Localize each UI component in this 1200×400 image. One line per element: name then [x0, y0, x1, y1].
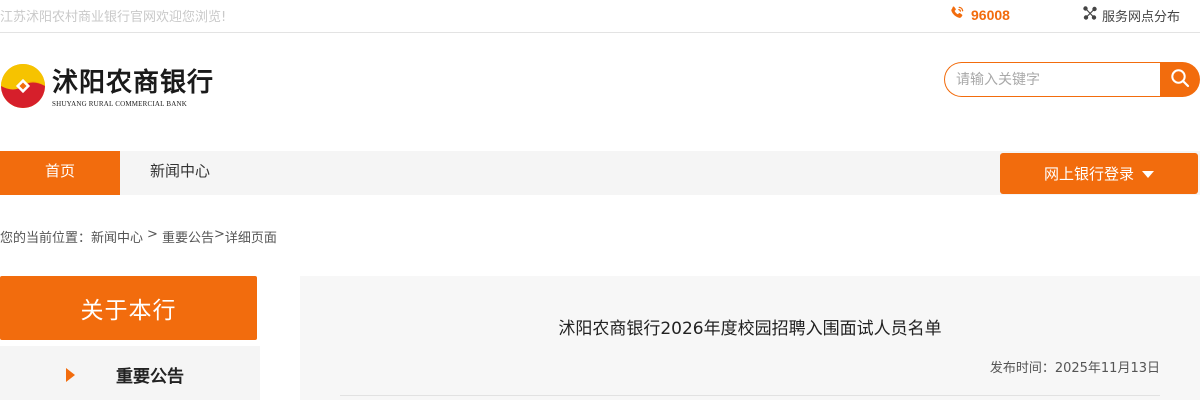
main-nav: 首页 新闻中心 网上银行登录 — [0, 151, 1200, 195]
breadcrumb: 您的当前位置： 新闻中心 > 重要公告 > 详细页面 — [0, 227, 277, 246]
welcome-text: 江苏沭阳农村商业银行官网欢迎您浏览! — [0, 10, 227, 25]
network-nodes-icon — [1082, 5, 1098, 25]
logo-wordmark: 沭阳农商银行 SHUYANG RURAL COMMERCIAL BANK — [52, 68, 214, 108]
article-title: 沭阳农商银行2026年度校园招聘入围面试人员名单 — [558, 319, 942, 339]
nav-item-news-center[interactable]: 新闻中心 — [120, 151, 240, 195]
search-icon — [1170, 68, 1190, 92]
branch-locator-label: 服务网点分布 — [1102, 9, 1181, 25]
logo-emblem-icon — [0, 63, 46, 113]
publish-date-value: 2025年11月13日 — [1054, 361, 1160, 376]
sidebar-item-important-notices[interactable]: 重要公告 — [0, 346, 260, 400]
search-input[interactable] — [944, 62, 1164, 97]
article-panel: 沭阳农商银行2026年度校园招聘入围面试人员名单 发布时间：2025年11月13… — [300, 276, 1200, 400]
publish-date-label: 发布时间： — [989, 361, 1055, 376]
breadcrumb-separator: > — [147, 227, 158, 242]
publish-date: 发布时间：2025年11月13日 — [990, 357, 1160, 376]
search-button[interactable] — [1160, 62, 1200, 97]
sidebar-heading: 关于本行 — [0, 276, 257, 340]
chevron-down-icon — [1142, 171, 1154, 178]
sidebar-item-label: 重要公告 — [116, 367, 184, 387]
hotline-number: 96008 — [971, 7, 1010, 23]
divider — [340, 395, 1160, 396]
play-arrow-icon — [66, 368, 75, 382]
online-banking-login-label: 网上银行登录 — [1043, 165, 1134, 183]
breadcrumb-current-page: 详细页面 — [224, 231, 277, 246]
breadcrumb-prefix: 您的当前位置： — [0, 231, 92, 246]
logo-english-name: SHUYANG RURAL COMMERCIAL BANK — [52, 100, 187, 108]
phone-icon — [948, 4, 966, 26]
top-bar: 江苏沭阳农村商业银行官网欢迎您浏览! 96008 服务网点分布 — [0, 0, 1200, 33]
nav-item-home[interactable]: 首页 — [0, 151, 120, 195]
hotline[interactable]: 96008 — [948, 5, 1010, 25]
online-banking-login-button[interactable]: 网上银行登录 — [1000, 153, 1198, 194]
breadcrumb-news-center[interactable]: 新闻中心 — [91, 227, 143, 246]
breadcrumb-important-notices[interactable]: 重要公告 — [162, 227, 214, 246]
logo-chinese-name: 沭阳农商银行 — [52, 68, 215, 98]
site-search — [944, 62, 1200, 97]
breadcrumb-separator: > — [213, 227, 225, 242]
branch-locator-link[interactable]: 服务网点分布 — [1082, 5, 1180, 25]
bank-logo[interactable]: 沭阳农商银行 SHUYANG RURAL COMMERCIAL BANK — [0, 63, 213, 113]
